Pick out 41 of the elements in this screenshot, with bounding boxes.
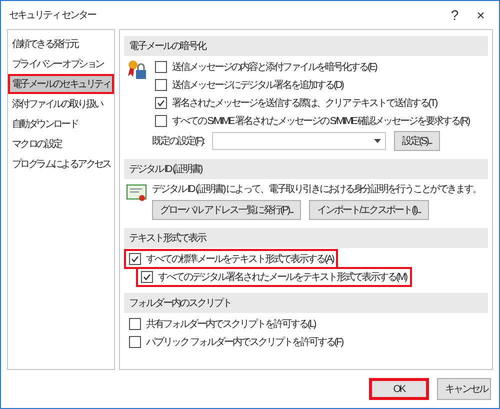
sidebar-item[interactable]: マクロの設定 [8, 134, 114, 154]
sidebar-item[interactable]: 電子メールのセキュリティ [8, 74, 114, 94]
section-header: デジタル ID (証明書) [124, 159, 488, 179]
certificate-icon [126, 182, 148, 204]
checkbox-label[interactable]: 署名されたメッセージを送信する際は、クリア テキストで送信する(T) [172, 96, 437, 110]
action-button[interactable]: インポート/エクスポート(I)... [308, 200, 429, 220]
section-header: 電子メールの暗号化 [124, 36, 488, 56]
checkbox[interactable] [129, 253, 141, 265]
checkbox[interactable] [129, 336, 141, 348]
checkbox-label[interactable]: すべての S/MIME 署名されたメッセージの S/MIME 確認メッセージを要求する(R) [172, 114, 470, 128]
checkbox[interactable] [141, 271, 153, 283]
checkbox-label[interactable]: すべてのデジタル署名されたメールをテキスト形式で表示する(M) [158, 270, 406, 284]
checkbox[interactable] [155, 79, 167, 91]
checkbox-label[interactable]: すべての標準メールをテキスト形式で表示する(A) [146, 252, 334, 266]
checkbox[interactable] [155, 115, 167, 127]
checkbox[interactable] [155, 61, 167, 73]
dropdown-field[interactable] [212, 132, 386, 150]
help-button[interactable]: ? [441, 4, 467, 26]
sidebar-item[interactable]: 信頼できる発行元 [8, 34, 114, 54]
section-header: フォルダー内のスクリプト [124, 293, 488, 313]
field-label: 既定の設定(F): [152, 134, 204, 148]
section-header: テキスト形式で表示 [124, 228, 488, 248]
checkbox-label[interactable]: 送信メッセージの内容と添付ファイルを暗号化する(E) [172, 60, 376, 74]
sidebar-item[interactable]: 自動ダウンロード [8, 114, 114, 134]
checkbox-label[interactable]: 共有フォルダー内でスクリプトを許可する(L) [146, 317, 316, 331]
cancel-button[interactable]: キャンセル [437, 378, 491, 400]
action-button[interactable]: グローバル アドレス一覧に発行(P)... [152, 200, 301, 220]
ok-button[interactable]: OK [369, 378, 429, 400]
sidebar-item[interactable]: プライバシー オプション [8, 54, 114, 74]
close-button[interactable]: × [467, 4, 493, 26]
checkbox-label[interactable]: 送信メッセージにデジタル署名を追加する(D) [172, 78, 343, 92]
ribbon-lock-icon [126, 59, 148, 81]
checkbox-label[interactable]: パブリック フォルダー内でスクリプトを許可する(F) [146, 335, 343, 349]
window-title: セキュリティ センター [9, 9, 97, 22]
checkbox[interactable] [129, 318, 141, 330]
sidebar-item[interactable]: プログラムによるアクセス [8, 154, 114, 174]
dropdown-arrow-icon[interactable] [374, 139, 382, 143]
sidebar-item[interactable]: 添付ファイルの取り扱い [8, 94, 114, 114]
description-text: デジタル ID (証明書) によって、電子取り引きにおける身分証明を行うことができます。 [152, 182, 482, 196]
checkbox[interactable] [155, 97, 167, 109]
settings-button[interactable]: 設定(S)... [394, 131, 440, 151]
